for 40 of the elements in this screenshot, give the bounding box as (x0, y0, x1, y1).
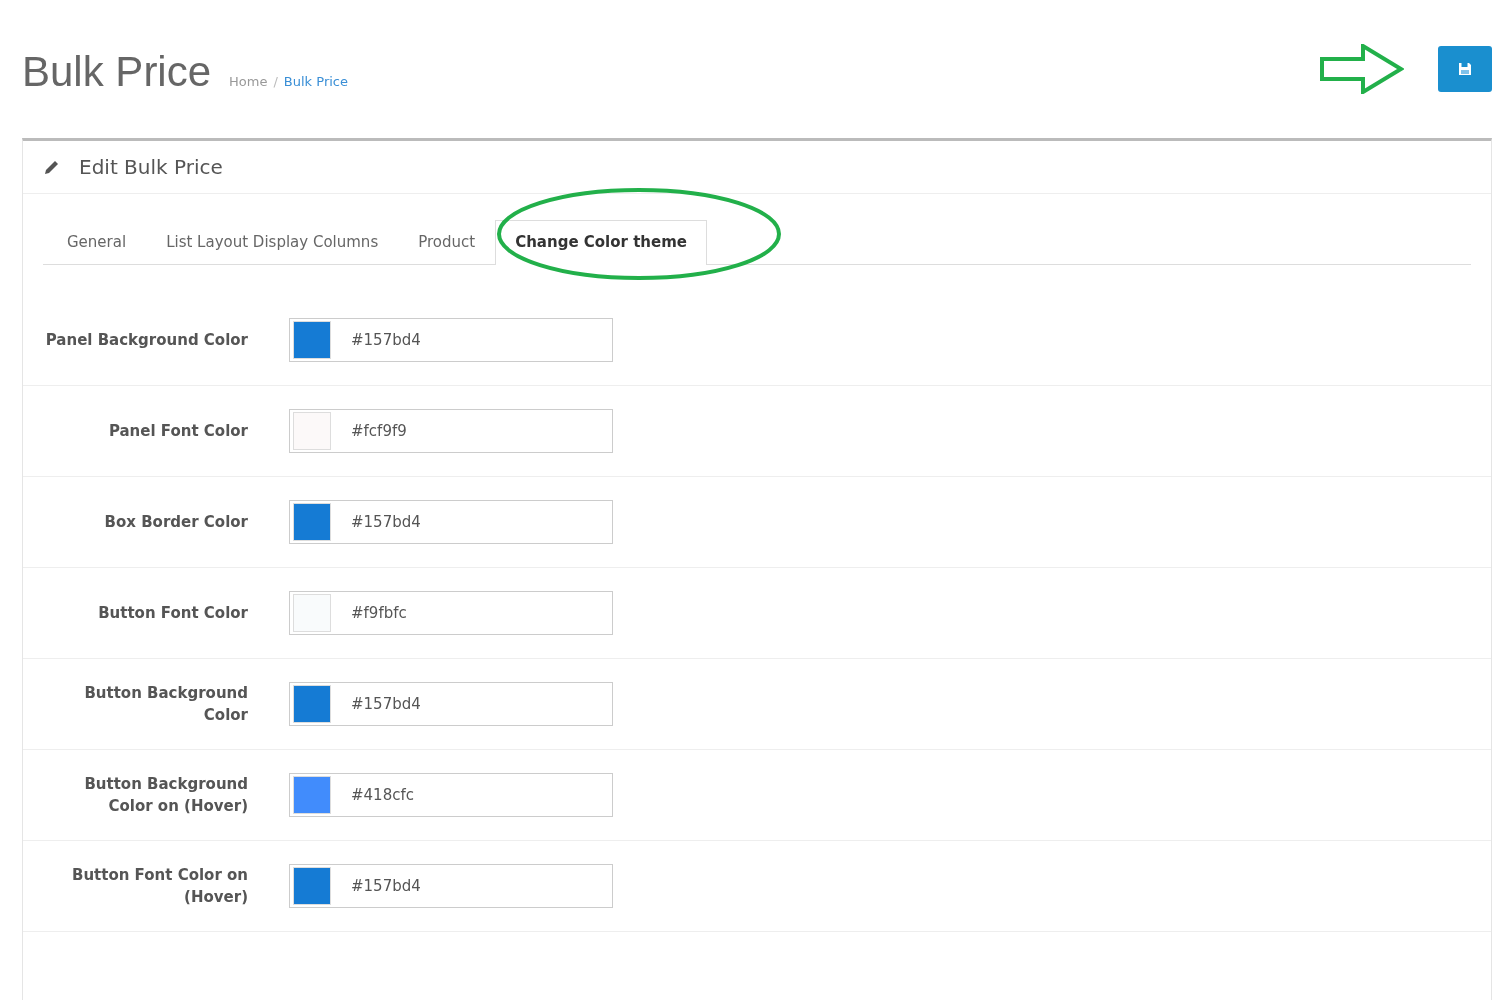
color-swatch[interactable] (293, 321, 331, 359)
color-swatch[interactable] (293, 594, 331, 632)
color-input[interactable]: #157bd4 (289, 864, 613, 908)
color-value: #418cfc (351, 786, 414, 804)
color-swatch[interactable] (293, 776, 331, 814)
pencil-icon (43, 158, 61, 176)
color-value: #fcf9f9 (351, 422, 407, 440)
color-swatch[interactable] (293, 503, 331, 541)
color-value: #157bd4 (351, 513, 421, 531)
field-label: Button Font Color on (Hover) (70, 865, 248, 908)
color-value: #157bd4 (351, 331, 421, 349)
color-input[interactable]: #fcf9f9 (289, 409, 613, 453)
color-input[interactable]: #157bd4 (289, 500, 613, 544)
field-label: Button Background Color on (Hover) (83, 774, 248, 817)
color-swatch[interactable] (293, 685, 331, 723)
save-icon (1458, 62, 1472, 76)
tab[interactable]: Change Color theme (495, 220, 707, 265)
breadcrumb-separator: / (273, 74, 278, 89)
field-label: Box Border Color (103, 512, 248, 533)
color-value: #f9fbfc (351, 604, 407, 622)
color-value: #157bd4 (351, 877, 421, 895)
annotation-arrow-icon (1320, 44, 1404, 94)
color-swatch[interactable] (293, 867, 331, 905)
page-title: Bulk Price (22, 48, 212, 96)
color-input[interactable]: #418cfc (289, 773, 613, 817)
color-input[interactable]: #157bd4 (289, 318, 613, 362)
field-label: Panel Background Color (44, 330, 248, 351)
field-label: Panel Font Color (107, 421, 248, 442)
save-button[interactable] (1438, 46, 1492, 92)
color-input[interactable]: #f9fbfc (289, 591, 613, 635)
color-swatch[interactable] (293, 412, 331, 450)
breadcrumb-link[interactable]: Bulk Price (283, 74, 348, 89)
field-label: Button Background Color (83, 683, 248, 726)
color-input[interactable]: #157bd4 (289, 682, 613, 726)
tab[interactable]: List Layout Display Columns (146, 220, 399, 265)
tab[interactable]: Product (398, 220, 496, 265)
field-label: Button Font Color (97, 603, 248, 624)
panel-heading: Edit Bulk Price (79, 155, 223, 179)
tab[interactable]: General (47, 220, 147, 265)
color-value: #157bd4 (351, 695, 421, 713)
